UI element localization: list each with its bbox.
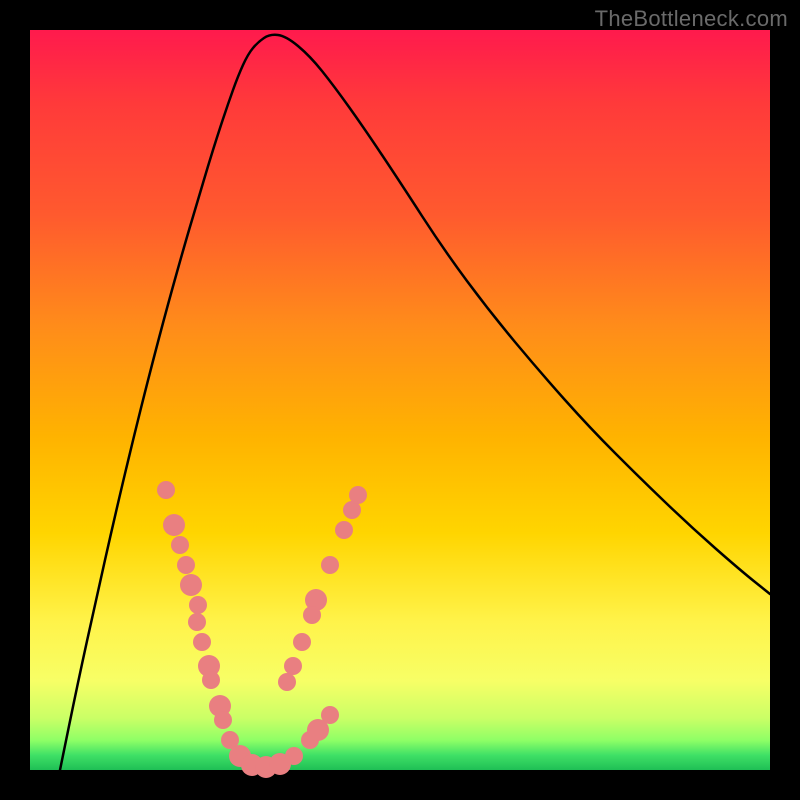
- marker-dot: [189, 596, 207, 614]
- marker-dot: [157, 481, 175, 499]
- marker-dot: [293, 633, 311, 651]
- marker-dot: [171, 536, 189, 554]
- marker-dot: [285, 747, 303, 765]
- marker-dot: [188, 613, 206, 631]
- marker-dot: [278, 673, 296, 691]
- chart-frame: TheBottleneck.com: [0, 0, 800, 800]
- marker-dot: [193, 633, 211, 651]
- marker-dot: [180, 574, 202, 596]
- marker-dot: [303, 606, 321, 624]
- bottleneck-curve: [60, 35, 770, 770]
- marker-dot: [284, 657, 302, 675]
- marker-dot: [202, 671, 220, 689]
- marker-dot: [349, 486, 367, 504]
- marker-dot: [335, 521, 353, 539]
- marker-group: [157, 481, 367, 778]
- marker-dot: [214, 711, 232, 729]
- marker-dot: [163, 514, 185, 536]
- attribution-watermark: TheBottleneck.com: [595, 6, 788, 32]
- marker-dot: [307, 719, 329, 741]
- bottleneck-svg: [30, 30, 770, 770]
- marker-dot: [177, 556, 195, 574]
- plot-area: [30, 30, 770, 770]
- marker-dot: [321, 556, 339, 574]
